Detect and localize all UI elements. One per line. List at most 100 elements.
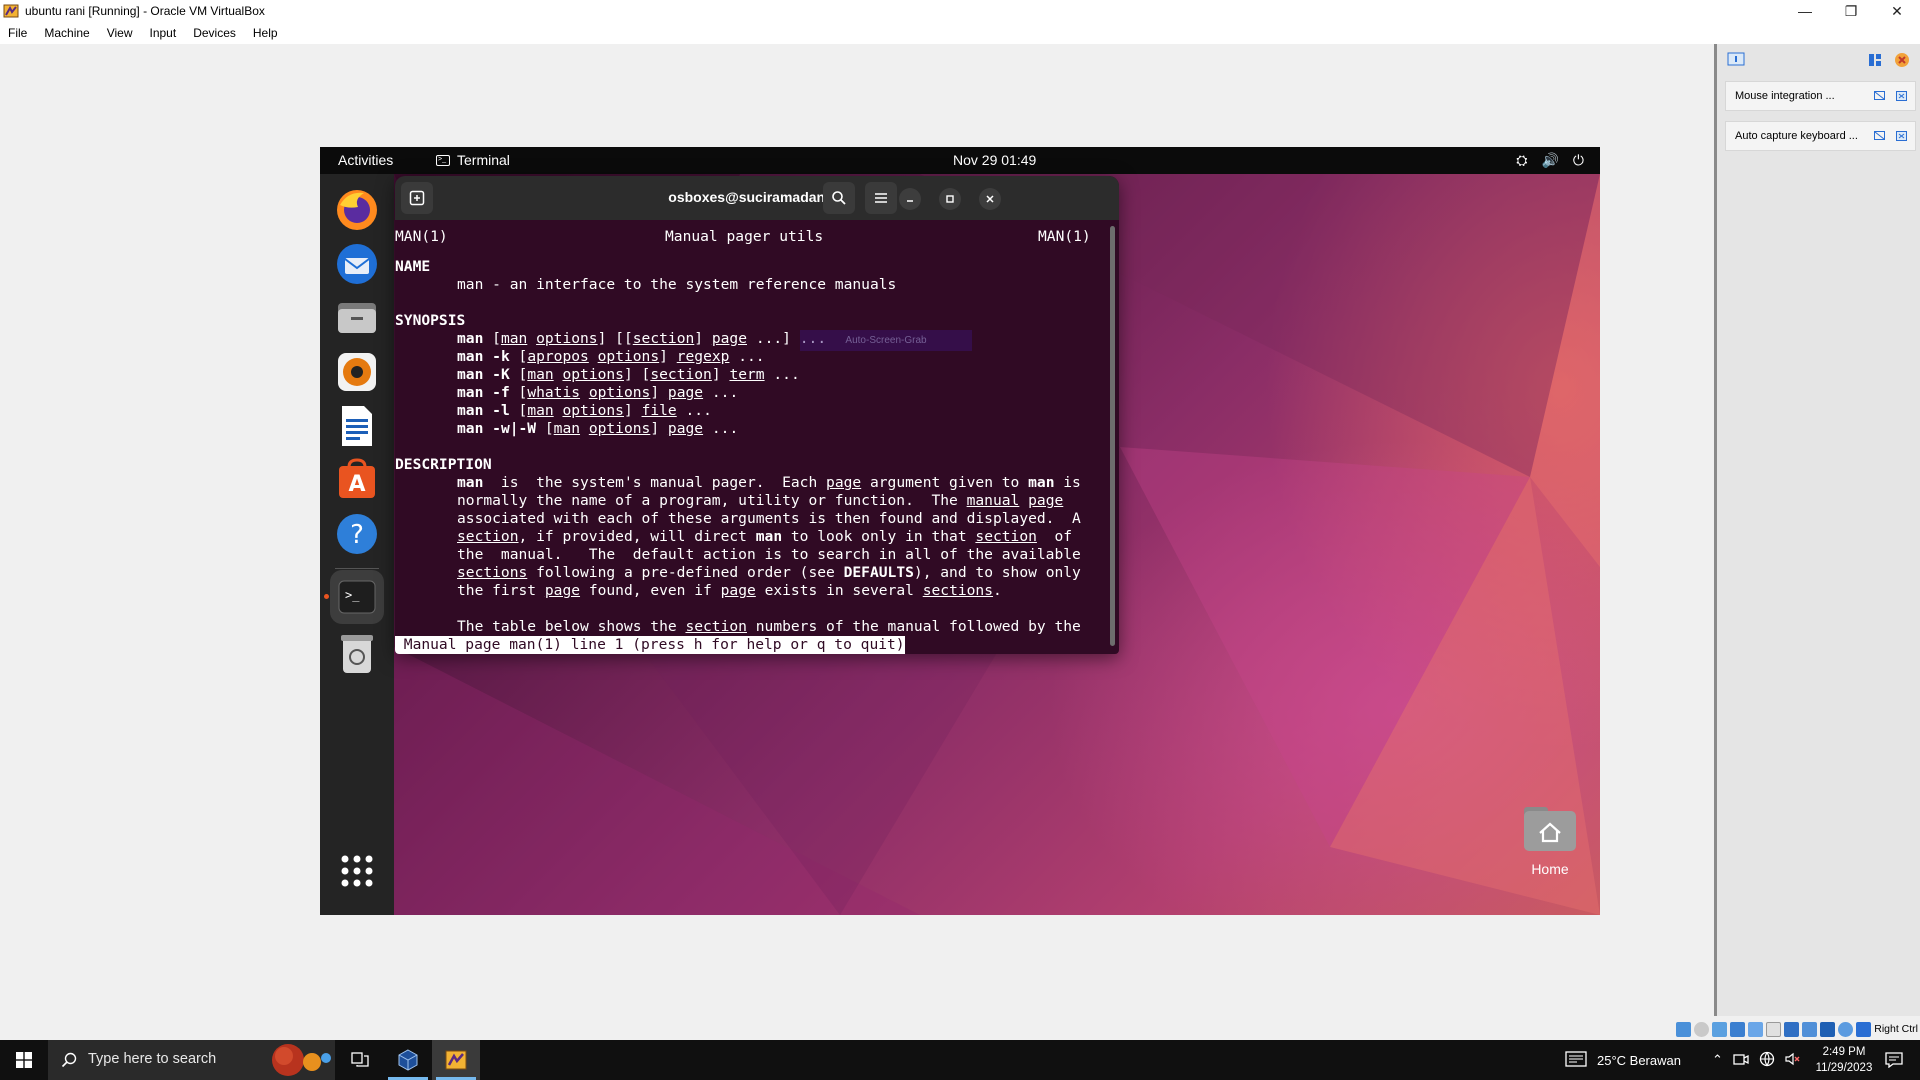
hamburger-menu-button[interactable] [865,182,897,214]
virtualbox-icon [3,3,19,19]
power-icon: ⏻ [1572,152,1584,168]
vm-display[interactable]: Activities >_ Terminal Nov 29 01:49 ⛭ 🔊 … [320,147,1600,915]
description-line-7: the first page found, even if page exist… [457,582,1002,599]
app-menu-label: Terminal [457,152,510,168]
activities-button[interactable]: Activities [338,152,393,168]
app-center-icon[interactable]: A [330,453,384,507]
close-icon [986,195,994,203]
description-line-2: normally the name of a program, utility … [457,492,1064,509]
terminal-output[interactable]: MAN(1) Manual pager utils MAN(1) NAME ma… [395,220,1111,654]
recording-icon[interactable] [1802,1021,1818,1037]
files-icon[interactable] [330,291,384,345]
rhythmbox-icon[interactable] [330,345,384,399]
terminal-header[interactable]: osboxes@suciramadani: ~ [395,176,1119,220]
screen: ubuntu rani [Running] - Oracle VM Virtua… [0,0,1920,1080]
gnome-system-tray[interactable]: ⛭ 🔊 ⏻ [1516,152,1584,169]
close-button[interactable]: ✕ [1874,0,1920,22]
description-line-5: the manual. The default action is to sea… [457,546,1081,563]
menu-view[interactable]: View [107,26,133,40]
shared-folders-icon[interactable] [1766,1021,1782,1037]
chevron-up-icon[interactable]: ⌃ [1712,1052,1723,1068]
keyboard-capture-icon[interactable] [1856,1021,1872,1037]
audio-icon[interactable] [1712,1021,1728,1037]
menu-input[interactable]: Input [150,26,177,40]
terminal-window[interactable]: osboxes@suciramadani: ~ MAN(1) Manual pa… [395,176,1119,654]
task-view-button[interactable] [336,1040,384,1080]
notice-ignore-icon[interactable] [1874,131,1885,141]
menu-machine[interactable]: Machine [44,26,89,40]
menu-help[interactable]: Help [253,26,278,40]
menu-bar: File Machine View Input Devices Help [0,22,1920,44]
description-line-3: associated with each of these arguments … [457,510,1081,527]
section-heading-description: DESCRIPTION [395,456,492,473]
dismiss-all-icon[interactable] [1893,52,1911,73]
menu-devices[interactable]: Devices [193,26,236,40]
terminal-icon[interactable]: >_ [330,570,384,624]
libreoffice-writer-icon[interactable] [330,399,384,453]
synopsis-line-5: man -l [man options] file ... [457,402,712,419]
menu-file[interactable]: File [8,26,27,40]
weather-text: 25°C Berawan [1597,1052,1681,1068]
search-button[interactable] [823,182,855,214]
firefox-icon[interactable] [330,183,384,237]
notice-close-icon[interactable] [1896,131,1907,141]
man-header-right: MAN(1) [1038,228,1091,245]
synopsis-line-3: man -K [man options] [section] term ... [457,366,800,383]
help-icon[interactable]: ? [330,507,384,561]
notice-mouse-integration[interactable]: Mouse integration ... [1725,81,1916,111]
running-indicator [324,594,329,599]
hamburger-icon [875,193,887,203]
virtualbox-cube-icon [398,1049,418,1071]
taskbar-virtualbox-manager[interactable] [384,1040,432,1080]
speaker-muted-icon[interactable] [1785,1052,1801,1069]
man-header-center: Manual pager utils [665,228,824,245]
synopsis-line-4: man -f [whatis options] page ... [457,384,739,401]
window-title: ubuntu rani [Running] - Oracle VM Virtua… [25,4,265,18]
taskbar-search-box[interactable]: Type here to search [48,1040,335,1080]
toggle-panel-icon[interactable] [1867,52,1883,73]
globe-network-icon[interactable] [1759,1051,1775,1070]
description-line-4: section, if provided, will direct man to… [457,528,1073,545]
faint-overlay-label: Auto-Screen-Grab [800,330,972,351]
notice-close-icon[interactable] [1896,91,1907,101]
hard-disk-icon[interactable] [1676,1021,1692,1037]
terminal-minimize-button[interactable] [899,188,921,210]
terminal-scrollbar[interactable] [1110,226,1115,646]
thunderbird-icon[interactable] [330,237,384,291]
taskbar-weather[interactable]: 25°C Berawan [1565,1040,1681,1080]
optical-drive-icon[interactable] [1694,1021,1710,1037]
action-center-button[interactable] [1870,1040,1918,1080]
description-line-1: man is the system's manual pager. Each p… [457,474,1081,491]
notice-auto-capture-keyboard[interactable]: Auto capture keyboard ... [1725,121,1916,151]
usb-icon[interactable] [1748,1021,1764,1037]
restore-button[interactable]: ❐ [1828,0,1874,22]
terminal-small-icon: >_ [436,154,450,166]
description-line-6: sections following a pre-defined order (… [457,564,1081,581]
desktop-home-folder[interactable]: Home [1510,803,1590,877]
app-menu[interactable]: >_ Terminal [436,152,510,168]
notice-text: Mouse integration ... [1735,90,1835,102]
network-icon: ⛭ [1516,152,1528,168]
gnome-clock[interactable]: Nov 29 01:49 [953,152,1036,168]
notice-ignore-icon[interactable] [1874,91,1885,101]
taskbar-vm-window[interactable] [432,1040,480,1080]
cpu-icon[interactable] [1820,1021,1836,1037]
notification-icon [1885,1052,1903,1068]
vm-status-bar: Right Ctrl [1664,1018,1920,1040]
terminal-close-button[interactable] [979,188,1001,210]
terminal-maximize-button[interactable] [939,188,961,210]
windows-taskbar: Type here to search 25°C Berawan ⌃ 2:49 … [0,1040,1920,1080]
trash-icon[interactable] [330,626,384,680]
home-folder-icon [1522,803,1578,853]
start-button[interactable] [0,1040,48,1080]
network-adapter-icon[interactable] [1730,1021,1746,1037]
mouse-integration-icon[interactable] [1838,1021,1854,1037]
window-titlebar[interactable]: ubuntu rani [Running] - Oracle VM Virtua… [0,0,1920,22]
minimize-button[interactable]: — [1782,0,1828,22]
display-icon[interactable] [1784,1021,1800,1037]
show-apps-icon[interactable] [330,844,384,898]
notification-panel: Mouse integration ... Auto capture keybo… [1714,44,1920,1016]
camera-icon[interactable] [1733,1052,1749,1069]
notification-info-icon[interactable] [1727,52,1745,73]
home-folder-label: Home [1531,861,1569,877]
